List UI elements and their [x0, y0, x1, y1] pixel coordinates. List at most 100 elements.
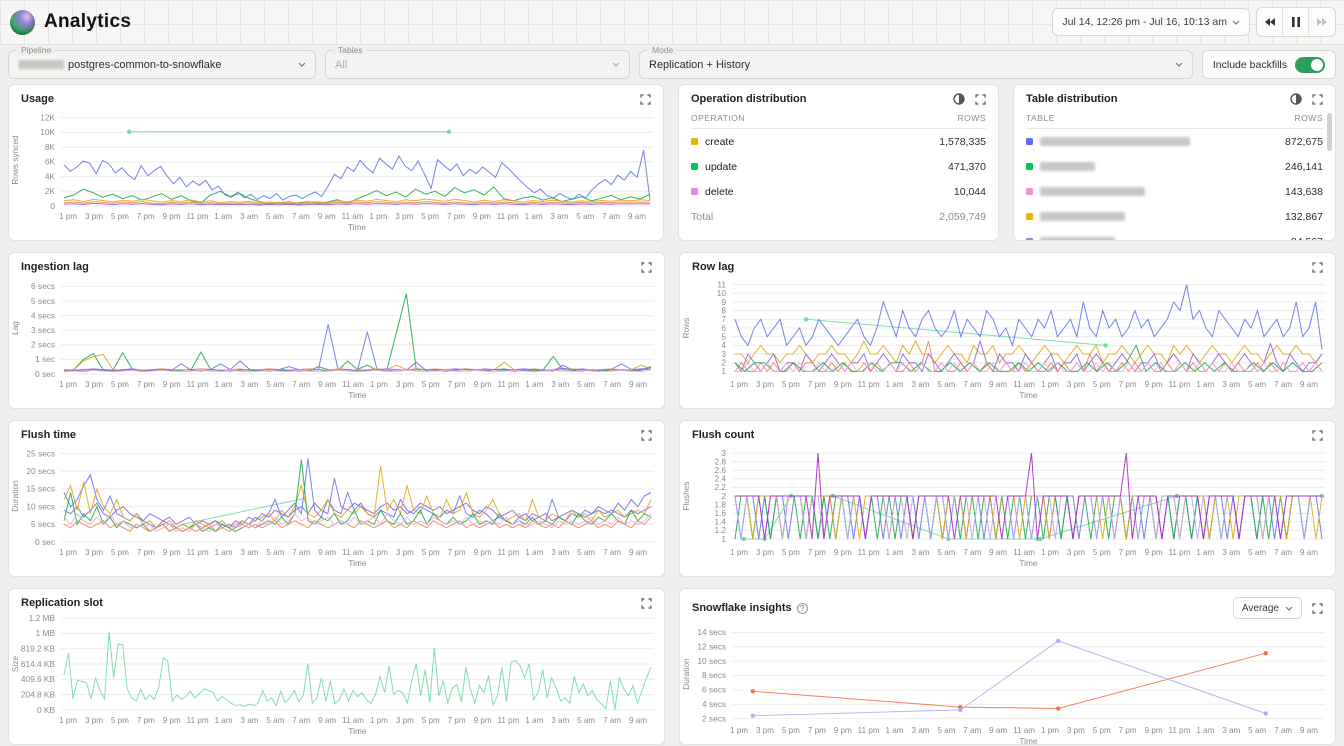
svg-text:9 pm: 9 pm	[834, 726, 852, 735]
svg-text:3 am: 3 am	[1222, 380, 1240, 389]
svg-text:1 am: 1 am	[215, 548, 233, 557]
svg-text:7 pm: 7 pm	[137, 548, 155, 557]
svg-text:7 am: 7 am	[603, 716, 621, 725]
date-range-selector[interactable]: Jul 14, 12:26 pm - Jul 16, 10:13 am	[1052, 8, 1250, 36]
flush-time-title: Flush time	[21, 429, 76, 441]
redacted-table-name	[1040, 137, 1190, 146]
svg-text:1: 1	[721, 366, 726, 376]
svg-text:11 am: 11 am	[342, 716, 364, 725]
usage-title: Usage	[21, 93, 54, 105]
svg-text:6 secs: 6 secs	[702, 685, 726, 695]
snowflake-insights-title: Snowflake insights	[692, 602, 792, 614]
operation-distribution-card: Operation distribution OPERATIONROWS cre…	[678, 84, 999, 241]
scrollbar[interactable]	[1327, 113, 1332, 151]
svg-text:Rows synced: Rows synced	[10, 135, 20, 185]
svg-text:11 pm: 11 pm	[498, 548, 520, 557]
svg-text:7 pm: 7 pm	[137, 212, 155, 221]
svg-text:3 secs: 3 secs	[31, 325, 55, 335]
svg-text:1 am: 1 am	[525, 716, 543, 725]
aggregation-select[interactable]: Average	[1233, 597, 1302, 619]
svg-text:9 pm: 9 pm	[163, 380, 181, 389]
svg-text:0 sec: 0 sec	[35, 537, 55, 547]
expand-icon[interactable]	[1312, 603, 1323, 614]
total-row: Total2,059,749	[691, 204, 986, 229]
flush-time-chart[interactable]: 0 sec5 secs10 secs15 secs20 secs25 secs1…	[9, 443, 664, 569]
pie-chart-toggle-icon[interactable]	[1290, 93, 1302, 105]
svg-text:5 pm: 5 pm	[422, 716, 440, 725]
tables-select[interactable]: Tables All	[325, 50, 630, 79]
expand-icon[interactable]	[1312, 262, 1323, 273]
svg-text:7 am: 7 am	[292, 548, 310, 557]
pause-button[interactable]	[1283, 8, 1309, 36]
date-range-label: Jul 14, 12:26 pm - Jul 16, 10:13 am	[1062, 16, 1227, 28]
svg-text:409.6 KB: 409.6 KB	[21, 674, 56, 684]
svg-text:5 pm: 5 pm	[422, 380, 440, 389]
svg-text:5 pm: 5 pm	[1093, 380, 1111, 389]
svg-text:9 pm: 9 pm	[1145, 548, 1163, 557]
filter-bar: Pipeline postgres-common-to-snowflake Ta…	[0, 45, 1344, 82]
svg-text:2 secs: 2 secs	[702, 713, 726, 723]
rewind-button[interactable]	[1257, 8, 1283, 36]
include-backfills-toggle[interactable]: Include backfills	[1202, 50, 1336, 79]
svg-text:1.4: 1.4	[714, 517, 726, 527]
mode-select[interactable]: Mode Replication + History	[639, 50, 1193, 79]
expand-icon[interactable]	[641, 262, 652, 273]
svg-text:7 pm: 7 pm	[137, 716, 155, 725]
svg-text:11 am: 11 am	[342, 212, 364, 221]
expand-icon[interactable]	[641, 598, 652, 609]
svg-text:5 am: 5 am	[266, 212, 284, 221]
table-row: 246,141	[1026, 154, 1323, 179]
svg-text:9 am: 9 am	[318, 548, 336, 557]
svg-text:9 am: 9 am	[989, 548, 1007, 557]
expand-icon[interactable]	[640, 94, 651, 105]
expand-icon[interactable]	[1312, 94, 1323, 105]
svg-text:1.6: 1.6	[714, 508, 726, 518]
svg-text:3 pm: 3 pm	[756, 380, 774, 389]
svg-text:11 am: 11 am	[1013, 548, 1035, 557]
svg-text:3 am: 3 am	[911, 726, 929, 735]
svg-text:7 pm: 7 pm	[808, 548, 826, 557]
svg-text:9 pm: 9 pm	[834, 380, 852, 389]
flush-count-chart[interactable]: 11.21.41.61.822.22.42.62.831 pm3 pm5 pm7…	[680, 443, 1335, 569]
svg-text:1 pm: 1 pm	[370, 716, 388, 725]
svg-text:7 am: 7 am	[292, 212, 310, 221]
svg-text:204.8 KB: 204.8 KB	[21, 689, 56, 699]
svg-text:3 am: 3 am	[1222, 548, 1240, 557]
replication-slot-chart[interactable]: 0 KB204.8 KB409.6 KB614.4 KB819.2 KB1 MB…	[9, 611, 664, 737]
redacted-table-name	[1040, 162, 1095, 171]
svg-text:5 am: 5 am	[266, 380, 284, 389]
snowflake-insights-card: Snowflake insights ? Average 2 secs4 sec…	[679, 588, 1336, 745]
svg-text:11 am: 11 am	[1013, 726, 1035, 735]
snowflake-insights-chart[interactable]: 2 secs4 secs6 secs8 secs10 secs12 secs14…	[680, 621, 1335, 745]
svg-text:3 pm: 3 pm	[396, 380, 414, 389]
ingestion-lag-chart[interactable]: 0 sec1 sec2 secs3 secs4 secs5 secs6 secs…	[9, 275, 664, 401]
svg-text:9 am: 9 am	[629, 548, 647, 557]
svg-text:7 pm: 7 pm	[1119, 548, 1137, 557]
svg-text:2 secs: 2 secs	[31, 340, 55, 350]
pipeline-select[interactable]: Pipeline postgres-common-to-snowflake	[8, 50, 316, 79]
expand-icon[interactable]	[641, 430, 652, 441]
svg-text:1 pm: 1 pm	[1041, 726, 1059, 735]
svg-text:1 MB: 1 MB	[36, 628, 56, 638]
svg-text:9 am: 9 am	[318, 380, 336, 389]
svg-text:11 pm: 11 pm	[187, 716, 209, 725]
table-distribution-title: Table distribution	[1026, 93, 1117, 105]
fast-forward-button[interactable]	[1309, 8, 1335, 36]
svg-text:3 am: 3 am	[551, 548, 569, 557]
pie-chart-toggle-icon[interactable]	[953, 93, 965, 105]
svg-text:5 pm: 5 pm	[1093, 548, 1111, 557]
svg-text:9 pm: 9 pm	[1145, 726, 1163, 735]
table-row: 143,638	[1026, 179, 1323, 204]
svg-text:7 pm: 7 pm	[1119, 726, 1137, 735]
help-icon[interactable]: ?	[797, 603, 808, 614]
operation-distribution-table: OPERATIONROWS create1,578,335update471,3…	[679, 107, 998, 229]
row-lag-chart[interactable]: 12345678910111 pm3 pm5 pm7 pm9 pm11 pm1 …	[680, 275, 1335, 401]
svg-text:5 pm: 5 pm	[111, 548, 129, 557]
expand-icon[interactable]	[975, 94, 986, 105]
expand-icon[interactable]	[1312, 430, 1323, 441]
usage-chart[interactable]: 02K4K6K8K10K12K1 pm3 pm5 pm7 pm9 pm11 pm…	[9, 107, 663, 233]
svg-text:5 pm: 5 pm	[111, 212, 129, 221]
svg-text:3 am: 3 am	[911, 380, 929, 389]
svg-text:5 am: 5 am	[577, 548, 595, 557]
table-row: 132,867	[1026, 204, 1323, 229]
